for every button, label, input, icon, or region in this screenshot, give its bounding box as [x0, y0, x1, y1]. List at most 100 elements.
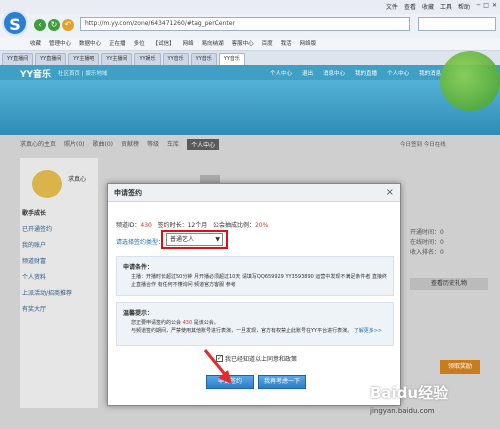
sidebar-item-hall[interactable]: 有奖大厅 [22, 304, 46, 313]
watermark-url: jingyan.baidu.com [370, 407, 435, 415]
back-icon[interactable]: ‹ [34, 19, 46, 31]
browser-titlebar: 文件 查看 收藏 工具 帮助 ─ □ ✕ [0, 0, 500, 14]
tips-text: 您正要申请签约的公会 430 是该公会。 与频道签约期间，严禁使用其他账号进行表… [131, 319, 391, 335]
sidebar-item-profile[interactable]: 个人资料 [22, 272, 46, 281]
channel-label: 频道ID： [116, 222, 141, 229]
fav-item[interactable]: 我活 [281, 38, 292, 50]
duration-label: 签约时长： [157, 222, 188, 229]
sidebar-item-account[interactable]: 我的账户 [22, 240, 46, 249]
browser-tab[interactable]: YY音乐 [190, 53, 217, 65]
stat-line: 收入排名：0 [410, 249, 444, 256]
user-action-button[interactable] [200, 175, 220, 183]
watermark-brand: Baidu经验 [370, 384, 449, 402]
tab-songs[interactable]: 歌曲(0) [93, 139, 114, 150]
menu-help[interactable]: 帮助 [458, 2, 470, 11]
browser-tab[interactable]: YY主播间 [101, 53, 133, 65]
fav-item[interactable]: 网络 [183, 38, 194, 50]
ratio-value: 20% [254, 222, 269, 229]
menu-file[interactable]: 文件 [386, 2, 398, 11]
browser-tab[interactable]: YY直播间 [35, 53, 67, 65]
browser-tab-active[interactable]: YY音乐 [218, 53, 245, 65]
username: 求真心 [68, 176, 87, 183]
learn-more-link[interactable]: 了解更多>> [354, 328, 382, 334]
baidu-watermark: Baidu经验 jingyan.baidu.com [370, 382, 500, 429]
browser-tab[interactable]: YY娱乐 [134, 53, 161, 65]
sidebar-item-signed[interactable]: 已开通签约 [22, 224, 52, 233]
fav-item[interactable]: 【试信】 [153, 38, 175, 50]
fav-item[interactable]: 百度 [262, 38, 273, 50]
conditions-text: 主播：开播时长超过50分钟 月开播必须超过10天 请填写QQ659929 YY3… [131, 274, 388, 288]
left-sidebar [20, 158, 98, 408]
dialog-close-icon[interactable]: × [386, 187, 394, 198]
header-link[interactable]: 我的直播 [355, 69, 377, 77]
tab-home[interactable]: 求真心的主页 [20, 139, 56, 150]
stat-line: 开通时间：0 [410, 229, 444, 236]
site-brand[interactable]: YY音乐 [20, 67, 51, 80]
browser-tab[interactable]: YY音乐 [162, 53, 189, 65]
fav-item[interactable]: 收藏 [30, 38, 41, 50]
fav-item[interactable]: 正在播 [109, 38, 126, 50]
stats-panel: 开通时间：0 在线时间：0 收入排名：0 [410, 228, 444, 258]
header-link[interactable]: 个人中心 [270, 69, 292, 77]
favorites-bar: 收藏 管理中心 数据中心 正在播 多位 【试信】 网络 易向纳湖 客服中心 百度… [0, 38, 500, 51]
dialog-title: 申请签约 [108, 184, 400, 202]
type-label: 请选择签约类型： [116, 239, 165, 246]
conditions-panel: 申请条件： 主播：开播时长超过50分钟 月开播必须超过10天 请填写QQ6599… [116, 256, 394, 296]
refresh-icon[interactable]: ↻ [48, 19, 60, 31]
fav-item[interactable]: 多位 [134, 38, 145, 50]
header-link[interactable]: 个人中心 [387, 69, 409, 77]
address-bar[interactable]: http://m.yy.com/zone/643471260/#tag_perC… [80, 17, 410, 31]
tab-garage[interactable]: 车库 [167, 139, 179, 150]
red-arrow-annotation [203, 349, 232, 384]
site-sublinks[interactable]: 社区首页 | 娱乐地域 [58, 69, 107, 77]
stat-line: 在线时间：0 [410, 239, 444, 246]
menu-favorites[interactable]: 收藏 [422, 2, 434, 11]
avatar[interactable] [32, 170, 62, 198]
sign-contract-dialog: 申请签约 × 频道ID：430 签约时长：12个月 公会抽成比例：20% 请选择… [107, 183, 401, 406]
fav-item[interactable]: 数据中心 [79, 38, 101, 50]
fav-item[interactable]: 网络版 [300, 38, 317, 50]
maximize-icon[interactable]: □ [483, 2, 489, 9]
fav-item[interactable]: 客服中心 [232, 38, 254, 50]
close-icon[interactable]: ✕ [492, 2, 497, 9]
undo-icon[interactable]: ↶ [62, 19, 74, 31]
browser-tab[interactable]: YY主播吧 [68, 53, 100, 65]
contract-info: 频道ID：430 签约时长：12个月 公会抽成比例：20% [116, 220, 268, 229]
tree-decoration [440, 51, 500, 111]
fav-item[interactable]: 易向纳湖 [202, 38, 224, 50]
minimize-icon[interactable]: ─ [477, 2, 481, 9]
tips-line-2: 是该公会。 [193, 320, 219, 326]
window-controls: ─ □ ✕ [477, 2, 497, 9]
tips-panel: 温馨提示： 您正要申请签约的公会 430 是该公会。 与频道签约期间，严禁使用其… [116, 302, 394, 346]
duration-value: 12个月 [187, 222, 208, 229]
ratio-label: 公会抽成比例： [212, 222, 255, 229]
fav-item[interactable]: 管理中心 [49, 38, 71, 50]
header-link[interactable]: 退出 [302, 69, 313, 77]
browser-logo-icon: S [2, 10, 28, 36]
tips-line-3: 与频道签约期间，严禁使用其他账号进行表演，一旦发现，官方有权禁止此账号在YY平台… [131, 328, 353, 334]
browser-search-input[interactable] [418, 17, 496, 31]
sidebar-item-wealth[interactable]: 频道财富 [22, 256, 46, 265]
header-link[interactable]: 消息中心 [323, 69, 345, 77]
checkin-info: 今日签到 今日在线 [400, 142, 446, 148]
history-gifts-button[interactable]: 查看历史礼物 [410, 278, 488, 290]
tab-ranking[interactable]: 贡献榜 [121, 139, 139, 150]
header-link[interactable]: 我的消息 [419, 69, 441, 77]
channel-id: 430 [140, 222, 152, 229]
claim-reward-button[interactable]: 领取奖励 [440, 360, 480, 374]
tab-level[interactable]: 等级 [147, 139, 159, 150]
browser-tabbar: YY直播间 YY直播间 YY主播吧 YY主播间 YY娱乐 YY音乐 YY音乐 Y… [0, 51, 500, 65]
tab-personal-center[interactable]: 个人中心 [187, 139, 220, 150]
consider-later-button[interactable]: 我再考虑一下 [258, 375, 306, 389]
site-header-links: 个人中心 退出 消息中心 我的直播 个人中心 我的消息 [270, 69, 441, 77]
tips-channel-id: 430 [182, 320, 193, 326]
sidebar-item-activities[interactable]: 上派活动/招商推荐 [22, 288, 72, 297]
sidebar-item-growth[interactable]: 歌手成长 [22, 208, 46, 217]
site-header: YY音乐 社区首页 | 娱乐地域 个人中心 退出 消息中心 我的直播 个人中心 … [0, 65, 500, 80]
browser-tab[interactable]: YY直播间 [2, 53, 34, 65]
menu-view[interactable]: 查看 [404, 2, 416, 11]
highlight-box [161, 230, 228, 249]
profile-tabs: 求真心的主页 照片(0) 歌曲(0) 贡献榜 等级 车库 个人中心 [20, 139, 220, 150]
tab-photos[interactable]: 照片(0) [64, 139, 85, 150]
menu-tools[interactable]: 工具 [440, 2, 452, 11]
